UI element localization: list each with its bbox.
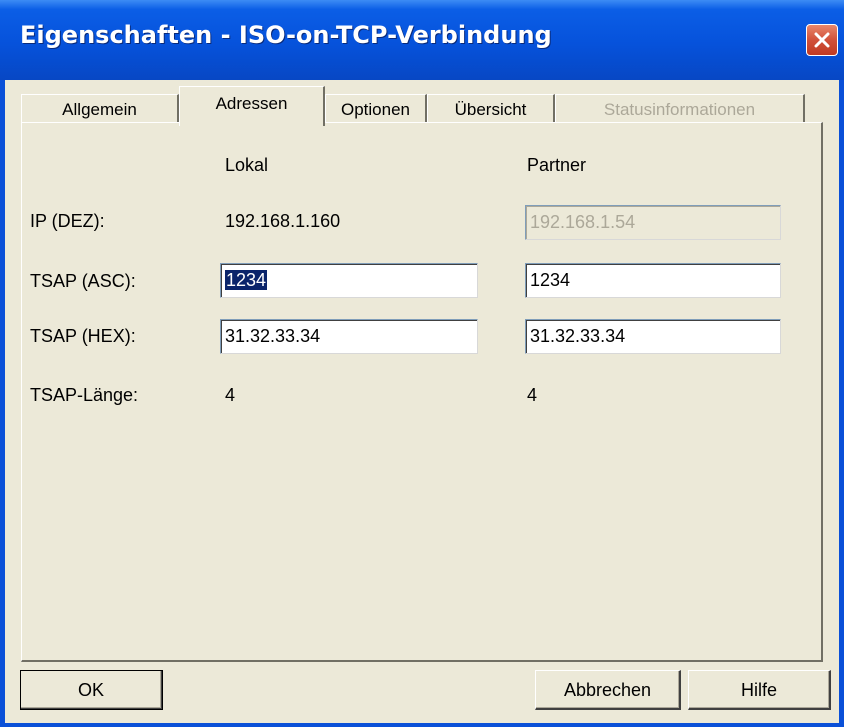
column-header-partner: Partner	[527, 155, 587, 175]
dialog-body: Allgemein Adressen Optionen Übersicht St…	[5, 80, 839, 723]
tsap-length-local-value: 4	[225, 385, 236, 405]
cancel-button[interactable]: Abbrechen	[535, 670, 681, 710]
properties-dialog: Eigenschaften - ISO-on-TCP-Verbindung Al…	[0, 0, 844, 727]
tab-adressen[interactable]: Adressen	[179, 86, 325, 126]
tab-panel-adressen: Lokal Partner IP (DEZ): 192.168.1.160 19…	[21, 122, 823, 662]
tsap-hex-label: TSAP (HEX):	[30, 326, 136, 346]
tsap-asc-local-selected-text: 1234	[225, 270, 268, 290]
tab-uebersicht[interactable]: Übersicht	[427, 94, 555, 124]
tab-allgemein[interactable]: Allgemein	[21, 94, 179, 124]
window-title: Eigenschaften - ISO-on-TCP-Verbindung	[20, 21, 552, 49]
tsap-asc-partner-field[interactable]: 1234	[525, 263, 781, 298]
tab-optionen[interactable]: Optionen	[325, 94, 427, 124]
close-icon	[814, 32, 830, 48]
tab-statusinformationen: Statusinformationen	[555, 94, 805, 124]
ok-button[interactable]: OK	[20, 670, 163, 710]
ip-partner-field: 192.168.1.54	[525, 205, 781, 240]
column-header-local: Lokal	[225, 155, 269, 175]
tsap-length-partner-value: 4	[527, 385, 538, 405]
ip-local-value: 192.168.1.160	[225, 211, 341, 231]
tsap-hex-partner-field[interactable]: 31.32.33.34	[525, 319, 781, 354]
close-button[interactable]	[806, 24, 838, 56]
help-button[interactable]: Hilfe	[688, 670, 831, 710]
tsap-hex-local-field[interactable]: 31.32.33.34	[220, 319, 478, 354]
ip-label: IP (DEZ):	[30, 211, 105, 231]
tsap-length-label: TSAP-Länge:	[30, 385, 139, 405]
tsap-asc-local-field[interactable]: 1234	[220, 263, 478, 298]
tsap-asc-label: TSAP (ASC):	[30, 271, 136, 291]
title-bar[interactable]: Eigenschaften - ISO-on-TCP-Verbindung	[0, 0, 844, 80]
